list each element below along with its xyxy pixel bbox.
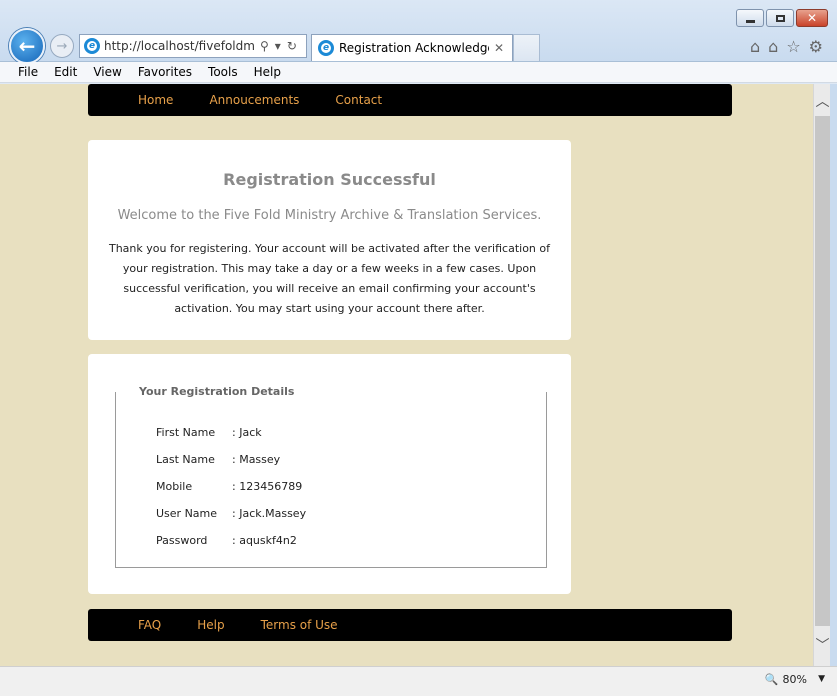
arrow-right-icon: → xyxy=(56,38,68,54)
maximize-button[interactable] xyxy=(766,9,794,27)
maximize-icon xyxy=(775,14,785,22)
detail-row-first-name: First Name : Jack xyxy=(156,426,262,439)
gear-icon[interactable]: ⚙ xyxy=(809,37,823,56)
menu-view[interactable]: View xyxy=(93,65,121,79)
detail-row-user-name: User Name : Jack.Massey xyxy=(156,507,306,520)
welcome-message: Welcome to the Five Fold Ministry Archiv… xyxy=(117,208,542,223)
back-button[interactable]: ← xyxy=(9,28,45,64)
detail-value: : aquskf4n2 xyxy=(232,534,297,547)
favorites-star-icon[interactable]: ☆ xyxy=(786,37,800,56)
scrollbar-thumb[interactable] xyxy=(815,116,830,626)
zoom-level: 80% xyxy=(782,673,807,686)
refresh-icon[interactable]: ↻ xyxy=(287,39,297,53)
detail-label: Mobile xyxy=(156,480,193,493)
page-viewport: Home Annoucements Contact Registration S… xyxy=(0,84,813,666)
status-bar: 🔍 80% ▼ xyxy=(0,666,837,696)
tab-title: Registration Acknowledge... xyxy=(339,41,489,55)
search-icon[interactable]: ⚲ xyxy=(260,39,269,53)
detail-row-last-name: Last Name : Massey xyxy=(156,453,280,466)
nav-home-link[interactable]: Home xyxy=(138,93,173,107)
thank-you-message: Thank you for registering. Your account … xyxy=(108,242,550,315)
menu-file[interactable]: File xyxy=(18,65,38,79)
arrow-left-icon: ← xyxy=(18,34,36,58)
scroll-up-icon[interactable]: ︿ xyxy=(814,86,831,116)
site-nav-bar: Home Annoucements Contact xyxy=(88,84,732,116)
nav-announcements-link[interactable]: Annoucements xyxy=(209,93,299,107)
menu-tools[interactable]: Tools xyxy=(208,65,238,79)
footer-help-link[interactable]: Help xyxy=(197,618,224,632)
page-title: Registration Successful xyxy=(223,170,436,189)
detail-label: User Name xyxy=(156,507,218,520)
close-window-button[interactable]: ✕ xyxy=(796,9,828,27)
address-bar[interactable]: e http://localhost/fivefoldmin ⚲ ▾ ↻ xyxy=(79,34,307,58)
window-border xyxy=(830,84,837,666)
scroll-down-icon[interactable]: ﹀ xyxy=(814,630,831,660)
menu-favorites[interactable]: Favorites xyxy=(138,65,192,79)
nav-contact-link[interactable]: Contact xyxy=(335,93,382,107)
detail-label: First Name xyxy=(156,426,216,439)
registration-details-panel: Your Registration Details First Name : J… xyxy=(88,354,571,594)
home-icon[interactable]: ⌂ xyxy=(750,37,760,56)
menu-help[interactable]: Help xyxy=(254,65,281,79)
detail-value: : Jack.Massey xyxy=(232,507,307,520)
minimize-icon xyxy=(745,19,755,23)
zoom-dropdown-icon[interactable]: ▼ xyxy=(818,674,825,684)
footer-terms-link[interactable]: Terms of Use xyxy=(261,618,338,632)
window-controls: ✕ xyxy=(736,9,828,27)
home-page-icon[interactable]: ⌂ xyxy=(768,37,778,56)
zoom-control[interactable]: 🔍 80% xyxy=(765,673,807,686)
ie-logo-icon: e xyxy=(84,38,100,54)
detail-label: Password xyxy=(156,534,208,547)
browser-tab-active[interactable]: e Registration Acknowledge... ✕ xyxy=(311,34,513,61)
footer-nav-bar: FAQ Help Terms of Use xyxy=(88,609,732,641)
close-icon: ✕ xyxy=(806,11,818,25)
browser-title-bar: ✕ ← → e http://localhost/fivefoldmin ⚲ ▾… xyxy=(0,0,837,64)
url-text[interactable]: http://localhost/fivefoldmin xyxy=(104,39,254,53)
forward-button[interactable]: → xyxy=(50,34,74,58)
detail-label: Last Name xyxy=(156,453,215,466)
new-tab-button[interactable] xyxy=(513,34,540,61)
footer-faq-link[interactable]: FAQ xyxy=(138,618,161,632)
confirmation-panel: Registration Successful Welcome to the F… xyxy=(88,140,571,340)
menu-edit[interactable]: Edit xyxy=(54,65,77,79)
detail-row-password: Password : aquskf4n2 xyxy=(156,534,297,547)
minimize-button[interactable] xyxy=(736,9,764,27)
dropdown-arrow-icon[interactable]: ▾ xyxy=(275,39,281,53)
tab-favicon-icon: e xyxy=(318,40,334,56)
vertical-scrollbar[interactable]: ︿ ﹀ xyxy=(813,84,830,666)
close-tab-icon[interactable]: ✕ xyxy=(494,41,504,55)
detail-value: : 123456789 xyxy=(232,480,303,493)
zoom-icon: 🔍 xyxy=(764,673,779,686)
detail-value: : Jack xyxy=(232,426,262,439)
menu-bar: File Edit View Favorites Tools Help xyxy=(0,62,837,83)
detail-row-mobile: Mobile : 123456789 xyxy=(156,480,302,493)
details-legend: Your Registration Details xyxy=(139,385,295,398)
detail-value: : Massey xyxy=(232,453,281,466)
